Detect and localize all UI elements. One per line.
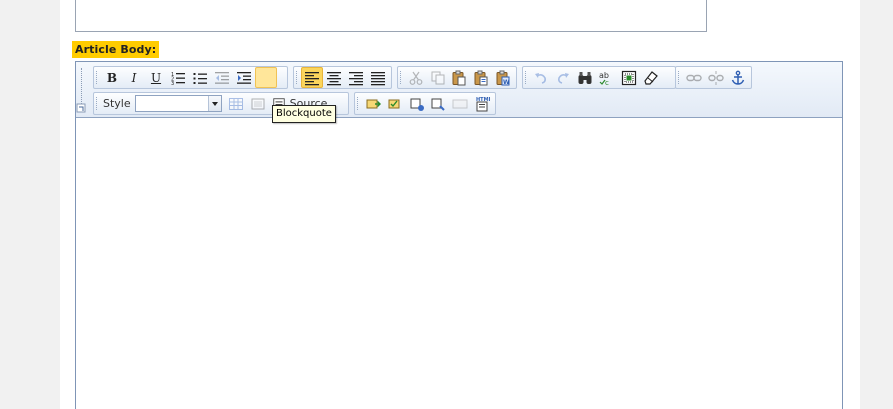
- unlink-button[interactable]: [705, 67, 727, 88]
- table-button[interactable]: [225, 93, 247, 114]
- rich-text-editor: B I U 1 2 3 W ab c Style Source HTM: [75, 61, 843, 409]
- align-right-icon: [349, 71, 363, 85]
- paste-word-icon: W: [496, 70, 510, 86]
- paste-text-button[interactable]: [470, 67, 492, 88]
- textfield-button[interactable]: [427, 93, 449, 114]
- spellcheck-icon: ab c: [599, 71, 609, 86]
- bold-button[interactable]: B: [101, 67, 123, 88]
- radio-button[interactable]: [406, 93, 428, 114]
- form-icon: [366, 99, 381, 108]
- underline-icon: U: [150, 70, 162, 85]
- blockquote-button[interactable]: [255, 67, 277, 88]
- checkbox-icon: [388, 99, 400, 108]
- clipboard-icon: [452, 70, 466, 85]
- italic-button[interactable]: I: [123, 67, 145, 88]
- radio-icon: [410, 98, 424, 111]
- blockquote-tooltip: Blockquote: [272, 105, 336, 123]
- remove-format-button[interactable]: [640, 67, 662, 88]
- horizontal-rule-button[interactable]: [247, 93, 269, 114]
- html-button[interactable]: HTML: [471, 93, 493, 114]
- ordered-list-button[interactable]: 1 2 3: [167, 67, 189, 88]
- anchor-icon: [731, 70, 745, 85]
- align-center-button[interactable]: [323, 67, 345, 88]
- redo-button[interactable]: [552, 67, 574, 88]
- bold-icon: B: [106, 70, 118, 85]
- undo-button[interactable]: [530, 67, 552, 88]
- justify-button[interactable]: [367, 67, 389, 88]
- unordered-list-icon: [193, 72, 207, 84]
- article-body-label: Article Body:: [72, 41, 160, 58]
- spellcheck-button[interactable]: ab c: [596, 67, 618, 88]
- textarea-icon: [452, 99, 468, 108]
- binoculars-icon: [578, 71, 592, 84]
- toolbar-group-align: [293, 66, 392, 89]
- ordered-list-icon: 1 2 3: [171, 72, 185, 86]
- select-all-icon: [621, 70, 637, 85]
- toolbar-group-basic: B I U 1 2 3: [93, 66, 288, 89]
- unordered-list-button[interactable]: [189, 67, 211, 88]
- checkbox-button[interactable]: [384, 93, 406, 114]
- unlink-icon: [708, 70, 724, 85]
- copy-icon: [431, 71, 445, 84]
- undo-icon: [535, 72, 546, 84]
- link-icon: [686, 74, 702, 81]
- link-button[interactable]: [683, 67, 705, 88]
- eraser-icon: [644, 70, 658, 85]
- scissors-icon: [409, 71, 423, 85]
- html-icon: HTML: [476, 97, 490, 111]
- italic-icon: I: [131, 70, 137, 85]
- outdent-button[interactable]: [211, 67, 233, 88]
- table-icon: [228, 97, 243, 110]
- svg-text:W: W: [503, 79, 510, 86]
- align-center-icon: [327, 71, 341, 85]
- find-button[interactable]: [574, 67, 596, 88]
- style-select[interactable]: [134, 95, 222, 112]
- image-icon: [251, 98, 265, 109]
- align-left-icon: [305, 71, 319, 85]
- style-label: Style: [103, 97, 131, 110]
- redo-icon: [558, 72, 569, 84]
- indent-button[interactable]: [233, 67, 255, 88]
- paste-word-button[interactable]: W: [492, 67, 514, 88]
- textarea-button[interactable]: [449, 93, 471, 114]
- textfield-icon: [431, 98, 446, 111]
- svg-text:c: c: [605, 79, 609, 86]
- align-left-button[interactable]: [301, 67, 323, 88]
- paste-button[interactable]: [449, 67, 471, 88]
- paste-text-icon: [474, 70, 488, 85]
- indent-icon: [237, 71, 251, 84]
- chevron-down-icon[interactable]: [207, 96, 221, 111]
- toolbar-group-edit: ab c: [522, 66, 676, 89]
- underline-button[interactable]: U: [145, 67, 167, 88]
- select-all-button[interactable]: [618, 67, 640, 88]
- outdent-icon: [215, 71, 229, 84]
- toolbar-group-forms: HTML: [354, 92, 496, 115]
- cut-button[interactable]: [405, 67, 427, 88]
- justify-icon: [371, 71, 385, 85]
- toolbar-expand-icon[interactable]: [76, 103, 87, 114]
- toolbar-group-links: [675, 66, 752, 89]
- anchor-button[interactable]: [727, 67, 749, 88]
- svg-text:3: 3: [171, 81, 174, 86]
- editor-content-area[interactable]: [76, 119, 842, 409]
- copy-button[interactable]: [427, 67, 449, 88]
- toolbar-group-clipboard: W: [397, 66, 517, 89]
- form-button[interactable]: [362, 93, 384, 114]
- blockquote-icon: [258, 70, 274, 86]
- align-right-button[interactable]: [345, 67, 367, 88]
- editor-toolbar: B I U 1 2 3 W ab c Style Source HTM: [76, 62, 842, 118]
- previous-field-textarea[interactable]: [75, 0, 707, 32]
